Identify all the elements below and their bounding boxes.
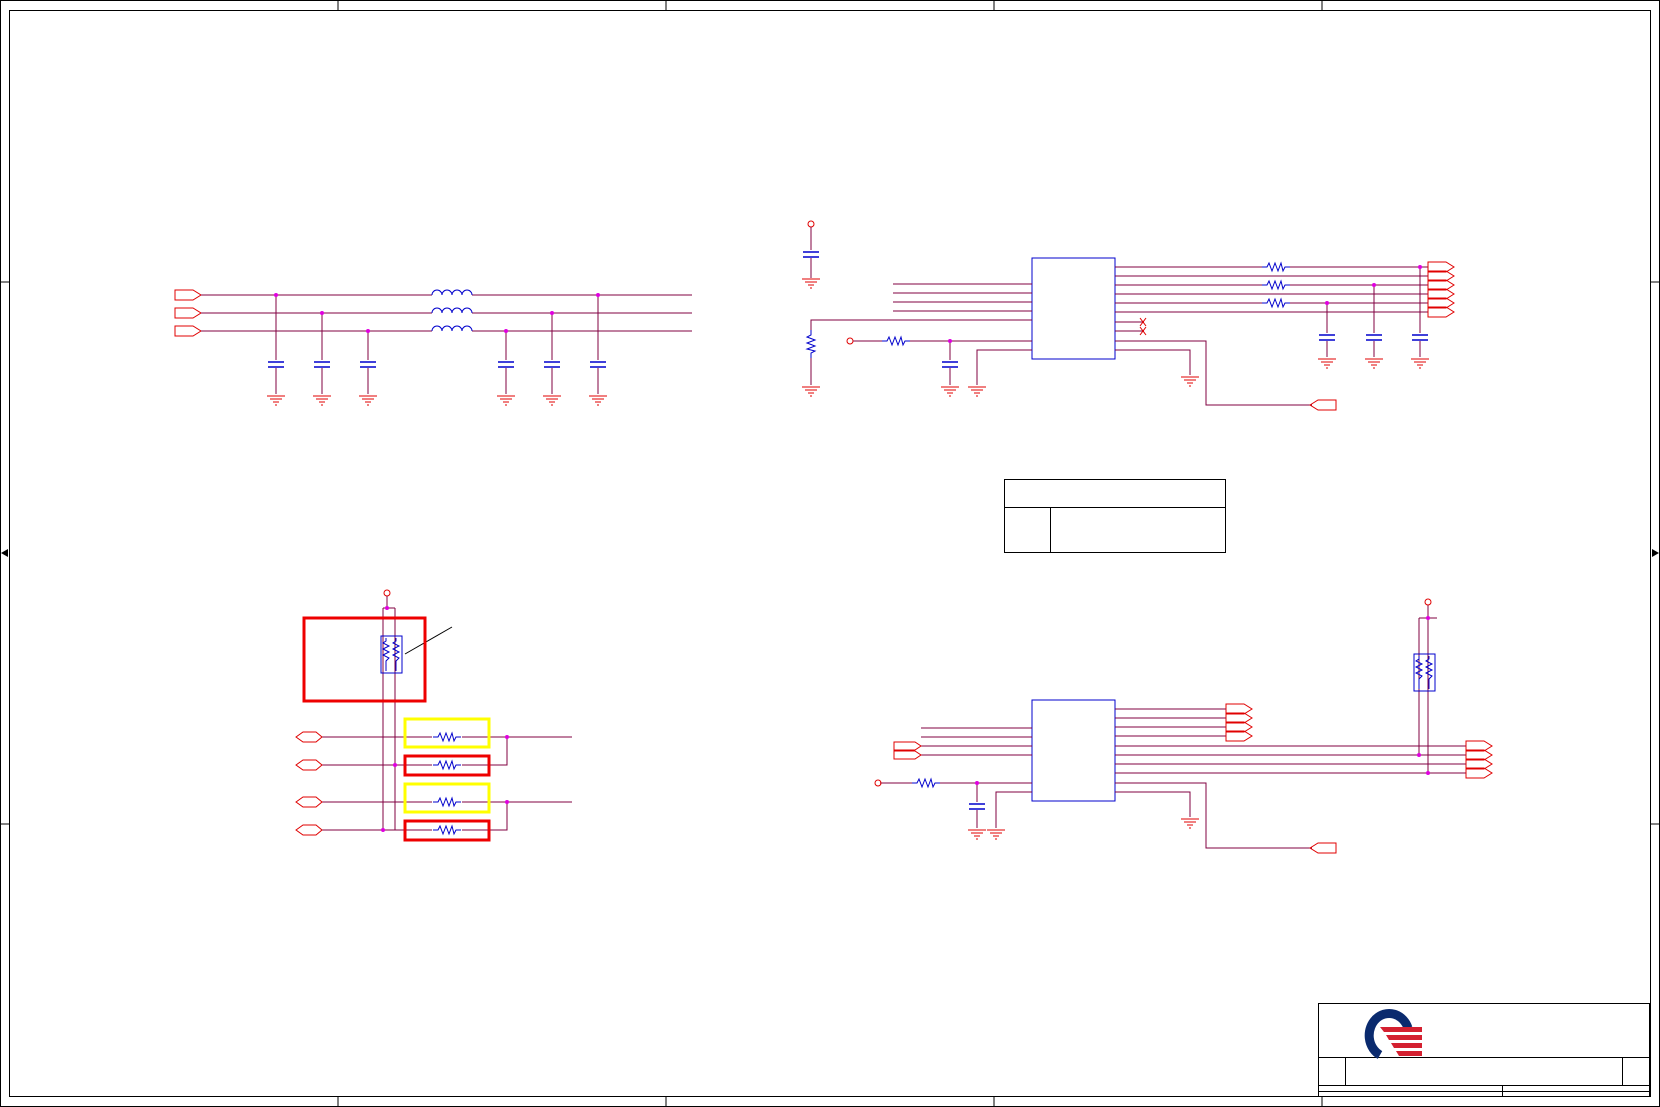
schematic-sheet [0,0,1660,1107]
filter-capacitor-drops [275,295,599,394]
resistor-icon [806,329,911,359]
ic-right-pins [1115,605,1466,849]
ic-body [1031,699,1116,802]
input-ports [174,289,202,337]
ground-icon [801,386,987,397]
filter-network [174,289,692,406]
drawing-frame [0,0,1660,1107]
capacitor-icon [802,251,820,258]
power-rail-icon [846,337,854,345]
off-page-connector-icon [174,307,202,319]
junction-dots [274,293,600,333]
inductor-icon [431,289,473,332]
off-page-connector-icon [174,325,202,337]
ic-block-top [801,220,1455,411]
resistor-icon [911,778,941,788]
off-page-connector-icon [1309,261,1455,411]
highlight-box-red [302,616,427,703]
title-block [1318,1003,1650,1097]
ground-icon [1180,358,1430,387]
capacitor-icon [941,361,959,368]
ground-icon [801,278,821,289]
resistor-icon [1261,262,1291,308]
power-rail-icon [1424,598,1432,606]
power-rail-icon [383,589,391,597]
no-connect-marks [1139,317,1147,336]
company-logo-icon [1364,1008,1422,1059]
capacitor-icon [267,361,607,368]
ic-block-bottom [874,598,1493,854]
off-page-connector-icon [893,741,922,760]
off-page-connector-icon [1225,703,1493,854]
ground-icon [967,818,1200,840]
power-rail-icon [807,220,815,228]
note-table [1004,479,1226,553]
junction-dots [948,265,1422,343]
frame-arrow-marks [1,549,1659,557]
ic-left-pins [810,283,1032,385]
ground-icon [266,395,608,406]
callout-leader [404,626,453,655]
capacitor-icon [968,803,986,810]
ic-body [1031,257,1116,360]
strap-resistor-block [295,589,572,842]
capacitor-icon [1318,334,1429,341]
ic-left-pins [880,727,1032,828]
off-page-connector-icon [174,289,202,301]
off-page-connector-icon [295,731,323,836]
